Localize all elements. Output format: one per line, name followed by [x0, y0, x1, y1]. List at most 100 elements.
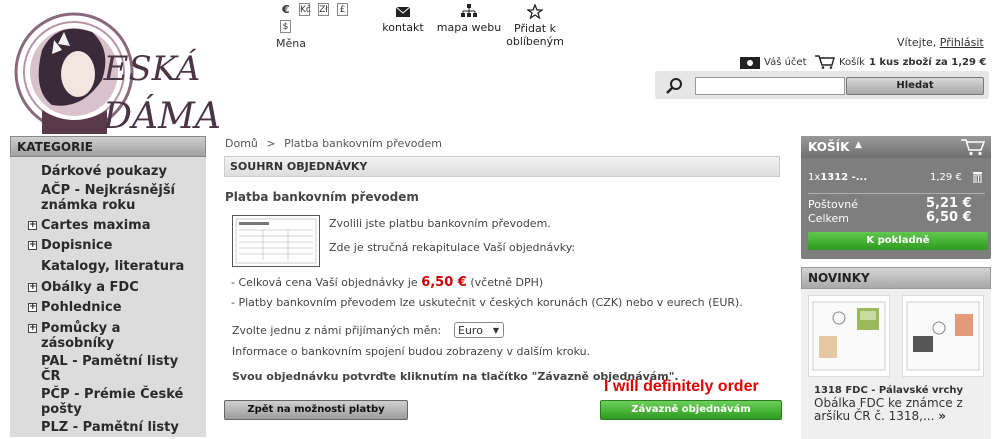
currency-euro[interactable]: €: [282, 3, 290, 16]
choose-currency-label: Zvolte jednu z námi přijímaných měn:: [232, 324, 442, 337]
category-item[interactable]: + Dopisnice: [28, 238, 191, 253]
breadcrumb: Domů > Platba bankovním převodem: [225, 137, 442, 150]
breadcrumb-current: Platba bankovním převodem: [284, 137, 442, 150]
category-item[interactable]: Katalogy, literatura: [41, 259, 191, 274]
ceska-dama-logo[interactable]: ESKÁ DÁMA: [12, 10, 242, 134]
search-button[interactable]: Hledat: [846, 77, 984, 95]
currency-note: - Platby bankovním převodem lze uskutečn…: [231, 296, 743, 309]
cart-icon: [961, 139, 985, 156]
sitemap-link[interactable]: mapa webu: [435, 4, 503, 34]
annotation-text: I will definitely order: [604, 378, 759, 395]
login-link[interactable]: Přihlásit: [940, 36, 984, 49]
expand-icon[interactable]: +: [28, 283, 37, 292]
logo-text-bottom: DÁMA: [102, 95, 221, 134]
currency-label: Měna: [276, 37, 306, 50]
bank-transfer-form-image: [232, 215, 320, 267]
total-price: 6,50 €: [421, 275, 467, 290]
welcome-area: Vítejte, Přihlásit: [897, 36, 984, 49]
order-summary-title: SOUHRN OBJEDNÁVKY: [230, 160, 368, 173]
header-cart-link[interactable]: Košík 1 kus zboží za 1,29 €: [815, 55, 986, 69]
favorites-link[interactable]: Přidat k oblíbeným: [503, 4, 567, 48]
place-order-button[interactable]: Závazně objednávám: [600, 400, 782, 420]
currency-gbp[interactable]: £: [337, 3, 348, 16]
cart-summary: 1 kus zboží za 1,29 €: [868, 56, 987, 68]
category-item[interactable]: + Pomůcky a zásobníky: [28, 321, 191, 351]
category-label: Cartes maxima: [41, 218, 151, 233]
logo-text-top: ESKÁ: [103, 48, 201, 89]
category-item[interactable]: + Pohlednice: [28, 300, 191, 315]
account-label: Váš účet: [764, 56, 807, 68]
category-item[interactable]: PAL - Pamětní listy ČR: [41, 354, 191, 384]
total-prefix: - Celková cena Vaší objednávky je: [231, 276, 418, 289]
expand-icon[interactable]: +: [28, 324, 37, 333]
currency-select-value: Euro: [458, 324, 483, 337]
account-link[interactable]: Váš účet: [740, 55, 807, 69]
more-arrow-icon[interactable]: »: [938, 409, 946, 423]
currency-usd[interactable]: $: [280, 20, 291, 33]
expand-icon[interactable]: +: [28, 241, 37, 250]
bank-info-text: Informace o bankovním spojení budou zobr…: [232, 345, 591, 358]
star-icon: [527, 4, 543, 19]
category-item[interactable]: Dárkové poukazy: [41, 164, 191, 179]
search-input[interactable]: [695, 77, 845, 95]
categories-header: KATEGORIE: [10, 136, 206, 157]
sitemap-link-label: mapa webu: [436, 21, 502, 34]
cart-widget-title: KOŠÍK: [808, 140, 850, 154]
category-label: Dopisnice: [41, 238, 113, 253]
fdc-sheet-image: [906, 301, 980, 371]
category-item[interactable]: + Cartes maxima: [28, 218, 191, 233]
category-label: PAL - Pamětní listy ČR: [41, 354, 179, 384]
caret-up-icon: ▲: [855, 140, 862, 150]
envelope-icon: [395, 6, 411, 17]
expand-icon[interactable]: +: [28, 303, 37, 312]
payment-title: Platba bankovním převodem: [225, 190, 419, 204]
search-icon[interactable]: [666, 77, 684, 94]
recap-text: Zde je stručná rekapitulace Vaší objedná…: [329, 241, 576, 254]
chosen-payment-text: Zvolili jste platbu bankovním převodem.: [329, 217, 551, 230]
news-thumbnail[interactable]: [902, 295, 984, 377]
news-title: NOVINKY: [808, 271, 870, 285]
total-line: - Celková cena Vaší objednávky je 6,50 €…: [231, 275, 543, 290]
trash-icon[interactable]: [972, 171, 983, 183]
back-to-payment-button[interactable]: Zpět na možnosti platby: [224, 400, 408, 420]
shipping-label: Poštovné: [808, 198, 858, 211]
currency-select[interactable]: Euro ▼: [454, 322, 504, 338]
category-item[interactable]: PČP - Prémie České pošty: [41, 387, 191, 417]
category-label: PLZ - Pamětní listy: [41, 420, 179, 435]
total-suffix: (včetně DPH): [470, 276, 544, 289]
cart-total-label: Celkem: [808, 212, 849, 225]
order-summary-header: SOUHRN OBJEDNÁVKY: [224, 156, 780, 177]
sitemap-icon: [461, 4, 477, 17]
news-item-title[interactable]: 1318 FDC - Pálavské vrchy: [814, 385, 963, 396]
cart-icon: [815, 55, 835, 69]
category-item[interactable]: PLZ - Pamětní listy: [41, 420, 191, 435]
currency-pln[interactable]: Zł: [318, 3, 329, 16]
news-item-description: Obálka FDC ke známce z aršíku ČR č. 1318…: [814, 397, 964, 423]
category-label: AČP - Nejkrásnější známka roku: [41, 183, 176, 213]
fdc-envelope-image: [812, 301, 886, 371]
contact-link[interactable]: kontakt: [380, 4, 426, 34]
news-thumbnail[interactable]: [808, 295, 890, 377]
cart-total-value: 6,50 €: [926, 210, 972, 225]
cart-item-price: 1,29 €: [930, 172, 962, 183]
category-label: Katalogy, literatura: [41, 259, 185, 274]
category-item[interactable]: + Obálky a FDC: [28, 280, 191, 295]
account-icon: [740, 57, 760, 69]
category-item[interactable]: AČP - Nejkrásnější známka roku: [41, 183, 191, 213]
breadcrumb-separator: >: [266, 137, 276, 150]
welcome-text: Vítejte,: [897, 36, 937, 49]
breadcrumb-home[interactable]: Domů: [225, 137, 258, 150]
cart-divider: [808, 193, 985, 194]
category-label: Pohlednice: [41, 300, 122, 315]
cart-prefix: Košík: [839, 56, 865, 68]
cart-widget-header[interactable]: KOŠÍK ▲: [801, 136, 991, 158]
chevron-down-icon: ▼: [492, 326, 499, 335]
category-label: Dárkové poukazy: [41, 164, 167, 179]
expand-icon[interactable]: +: [28, 221, 37, 230]
cart-item-name: 1312 -...: [820, 172, 868, 183]
cart-item[interactable]: 1x1312 -...: [808, 172, 867, 183]
currency-czk[interactable]: Kč: [299, 3, 311, 16]
checkout-button[interactable]: K pokladně: [808, 232, 988, 250]
news-header: NOVINKY: [801, 267, 991, 289]
cart-item-qty: 1x: [808, 172, 821, 183]
